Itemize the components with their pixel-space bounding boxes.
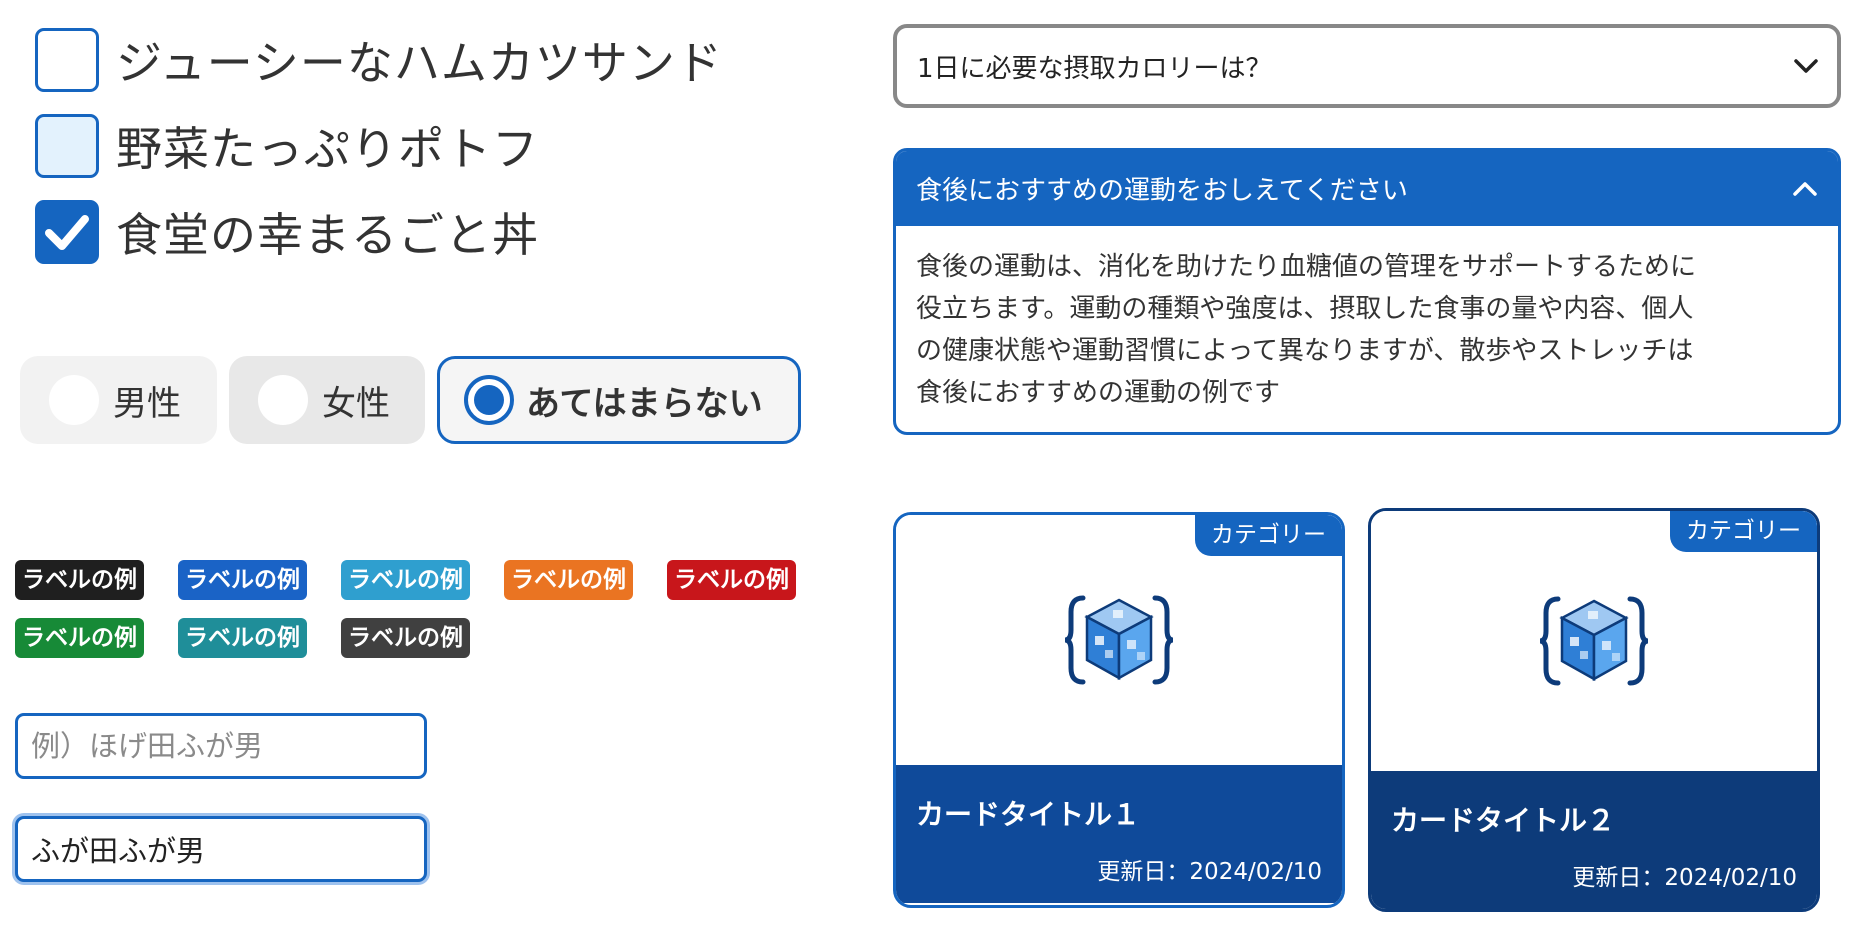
- checkbox-item-2[interactable]: 野菜たっぷりポトフ: [35, 114, 539, 178]
- card-date: 更新日：2024/02/10: [1097, 859, 1322, 885]
- name-input-filled[interactable]: [15, 816, 427, 882]
- label-badge-black: ラベルの例: [15, 560, 144, 600]
- accordion-body-line: 食後の運動は、消化を助けたり血糖値の管理をサポートするために: [916, 252, 1697, 282]
- card-date: 更新日：2024/02/10: [1572, 865, 1797, 891]
- radio-dot-fill: [474, 385, 504, 415]
- chevron-up-icon: [1793, 181, 1817, 196]
- radio-not-applicable[interactable]: あてはまらない: [437, 356, 801, 444]
- accordion-title: 食後におすすめの運動をおしえてください: [916, 176, 1408, 206]
- accordion-body-line: 役立ちます。運動の種類や強度は、摂取した食事の量や内容、個人: [916, 294, 1694, 324]
- checkbox-item-1[interactable]: ジューシーなハムカツサンド: [35, 28, 723, 92]
- calorie-select[interactable]: 1日に必要な摂取カロリーは？: [893, 24, 1841, 108]
- card-title: カードタイトル１: [916, 798, 1141, 831]
- radio-label: あてはまらない: [526, 383, 763, 424]
- faq-accordion: 食後におすすめの運動をおしえてください 食後の運動は、消化を助けたり血糖値の管理…: [893, 148, 1841, 435]
- card-image-area: カテゴリー: [1371, 511, 1817, 771]
- checkbox-unchecked-hover[interactable]: [35, 114, 99, 178]
- card-footer: カードタイトル１ 更新日：2024/02/10: [896, 765, 1342, 903]
- radio-male[interactable]: 男性: [20, 356, 217, 444]
- label-badge-red: ラベルの例: [667, 560, 796, 600]
- name-input-empty[interactable]: [15, 713, 427, 779]
- checkbox-label: 野菜たっぷりポトフ: [116, 122, 539, 176]
- accordion-header[interactable]: 食後におすすめの運動をおしえてください: [896, 151, 1838, 226]
- checkbox-label: 食堂の幸まるごと丼: [116, 208, 539, 262]
- checkbox-unchecked[interactable]: [35, 28, 99, 92]
- card-image-area: カテゴリー: [896, 515, 1342, 765]
- label-badge-orange: ラベルの例: [504, 560, 633, 600]
- card-category-tag: カテゴリー: [1195, 515, 1342, 556]
- checkmark-icon: [45, 215, 89, 250]
- checkbox-checked[interactable]: [35, 200, 99, 264]
- radio-circle: [49, 375, 99, 425]
- chevron-down-icon: [1794, 59, 1818, 73]
- label-badge-light-blue: ラベルの例: [341, 560, 470, 600]
- card-footer: カードタイトル２ 更新日：2024/02/10: [1371, 771, 1817, 909]
- card-2[interactable]: カテゴリー カードタイトル２ 更新日：2024/02/10: [1368, 508, 1820, 912]
- cube-logo-icon: [1064, 595, 1174, 685]
- accordion-body-line: 食後におすすめの運動の例です: [916, 378, 1281, 408]
- label-badge-green: ラベルの例: [15, 618, 144, 658]
- label-badge-teal: ラベルの例: [178, 618, 307, 658]
- radio-female[interactable]: 女性: [229, 356, 425, 444]
- card-1[interactable]: カテゴリー カードタイトル１ 更新日：2024/02/10: [893, 512, 1345, 908]
- radio-label: 女性: [322, 383, 390, 424]
- card-title: カードタイトル２: [1391, 804, 1616, 837]
- checkbox-item-3[interactable]: 食堂の幸まるごと丼: [35, 200, 539, 264]
- cube-logo-icon: [1539, 596, 1649, 686]
- accordion-body-line: の健康状態や運動習慣によって異なりますが、散歩やストレッチは: [916, 336, 1694, 366]
- label-badge-dark-gray: ラベルの例: [341, 618, 470, 658]
- radio-circle-selected: [464, 375, 514, 425]
- label-badge-blue: ラベルの例: [178, 560, 307, 600]
- select-value: 1日に必要な摂取カロリーは？: [917, 53, 1272, 84]
- checkbox-label: ジューシーなハムカツサンド: [116, 36, 723, 90]
- radio-circle: [258, 375, 308, 425]
- radio-label: 男性: [113, 383, 181, 424]
- accordion-body: 食後の運動は、消化を助けたり血糖値の管理をサポートするために 役立ちます。運動の…: [896, 226, 1838, 414]
- card-category-tag: カテゴリー: [1670, 511, 1817, 552]
